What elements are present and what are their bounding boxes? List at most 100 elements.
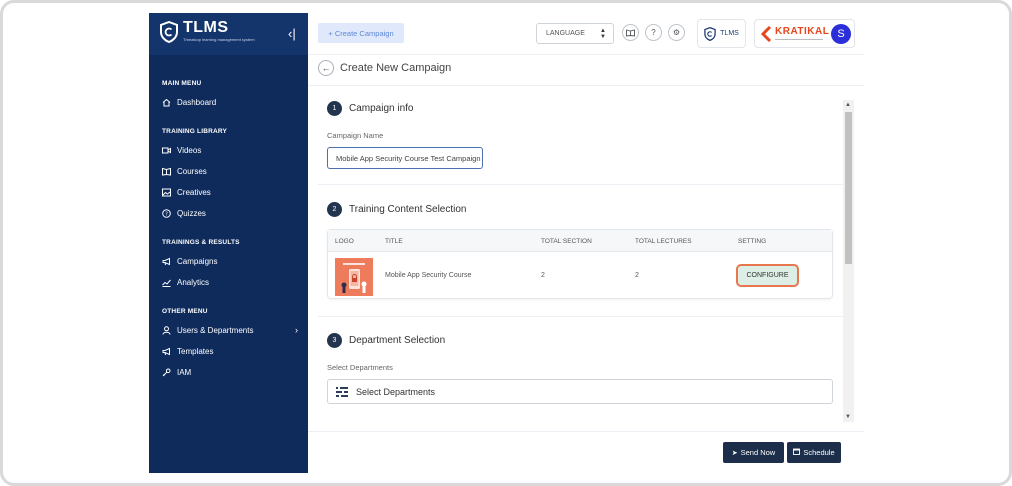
sidebar-section-main-menu: MAIN MENU	[162, 80, 202, 87]
scroll-up-arrow-icon[interactable]: ▲	[845, 102, 851, 108]
schedule-button[interactable]: Schedule	[787, 442, 841, 463]
brand-name: KRATIKAL	[775, 26, 830, 37]
column-header-logo: LOGO	[335, 238, 354, 245]
scroll-down-arrow-icon[interactable]: ▼	[845, 414, 851, 420]
sidebar-section-training-library: TRAINING LIBRARY	[162, 128, 228, 135]
language-select[interactable]: LANGUAGE ▲ ▼	[536, 23, 614, 44]
back-arrow-icon[interactable]: ←	[318, 60, 334, 76]
configure-button[interactable]: CONFIGURE	[736, 264, 799, 287]
tlms-badge-label: TLMS	[720, 30, 739, 37]
user-avatar[interactable]: S	[831, 24, 851, 44]
key-icon	[162, 368, 171, 377]
step-training-content: 2 Training Content Selection	[327, 202, 466, 217]
sidebar-item-dashboard[interactable]: Dashboard	[162, 98, 302, 107]
sidebar-item-label: IAM	[177, 368, 192, 377]
sidebar-item-label: Courses	[177, 167, 207, 176]
sidebar-item-courses[interactable]: Courses	[162, 167, 302, 176]
campaign-form: 1 Campaign info Campaign Name Mobile App…	[308, 86, 843, 422]
column-header-total-lectures: TOTAL LECTURES	[635, 238, 692, 245]
svg-text:?: ?	[165, 212, 168, 218]
megaphone-icon	[162, 257, 171, 266]
section-divider	[318, 316, 843, 317]
department-multiselect[interactable]: Select Departments	[327, 379, 833, 404]
user-icon	[162, 326, 171, 335]
book-icon	[162, 167, 171, 176]
sidebar-item-iam[interactable]: IAM	[162, 368, 302, 377]
megaphone-icon	[162, 347, 171, 356]
course-thumbnail	[335, 258, 373, 296]
department-placeholder: Select Departments	[356, 386, 436, 397]
step-title: Training Content Selection	[349, 204, 467, 215]
course-total-lectures: 2	[635, 272, 639, 279]
step-number: 2	[327, 202, 342, 217]
book-icon[interactable]	[622, 24, 639, 41]
chevron-right-icon: ›	[295, 325, 298, 335]
sidebar-section-other-menu: OTHER MENU	[162, 308, 208, 315]
app-logo-text: TLMS	[183, 19, 229, 36]
campaign-name-label: Campaign Name	[327, 131, 384, 140]
app-tagline: Threatcop learning management system	[183, 37, 255, 42]
sidebar: TLMS Threatcop learning management syste…	[149, 13, 308, 473]
column-header-setting: SETTING	[738, 238, 767, 245]
sidebar-item-campaigns[interactable]: Campaigns	[162, 257, 302, 266]
chart-line-icon	[162, 278, 171, 287]
form-footer: ➤ Send Now Schedule	[308, 431, 864, 473]
kratikal-logo-icon	[760, 26, 772, 42]
question-icon: ?	[162, 209, 171, 218]
top-bar: + Create Campaign LANGUAGE ▲ ▼ ? ⚙ TLMS K…	[308, 13, 864, 55]
step-campaign-info: 1 Campaign info	[327, 101, 413, 116]
department-label: Select Departments	[327, 363, 393, 372]
settings-gear-icon[interactable]: ⚙	[668, 24, 685, 41]
paper-plane-icon: ➤	[731, 449, 738, 457]
step-title: Campaign info	[349, 103, 414, 114]
sidebar-item-label: Videos	[177, 146, 202, 155]
column-header-total-section: TOTAL SECTION	[541, 238, 592, 245]
course-total-section: 2	[541, 272, 545, 279]
sidebar-item-analytics[interactable]: Analytics	[162, 278, 302, 287]
language-select-value: LANGUAGE	[546, 30, 585, 37]
column-header-title: TITLE	[385, 238, 403, 245]
tlms-shield-icon	[160, 21, 178, 43]
send-now-button[interactable]: ➤ Send Now	[723, 442, 784, 463]
calendar-icon	[793, 448, 801, 457]
step-number: 1	[327, 101, 342, 116]
sidebar-item-videos[interactable]: Videos	[162, 146, 302, 155]
scroll-thumb[interactable]	[845, 112, 852, 264]
sidebar-item-templates[interactable]: Templates	[162, 347, 302, 356]
select-arrows-icon: ▲ ▼	[600, 28, 606, 40]
step-department-selection: 3 Department Selection	[327, 333, 445, 348]
sidebar-item-label: Templates	[177, 347, 214, 356]
sidebar-item-label: Creatives	[177, 188, 211, 197]
create-campaign-button[interactable]: + Create Campaign	[318, 23, 404, 43]
tlms-shield-icon	[704, 26, 716, 41]
page-title: Create New Campaign	[340, 62, 452, 74]
sidebar-item-label: Campaigns	[177, 257, 218, 266]
help-icon[interactable]: ?	[645, 24, 662, 41]
sidebar-item-label: Analytics	[177, 278, 210, 287]
sidebar-header: TLMS Threatcop learning management syste…	[149, 13, 308, 55]
section-divider	[318, 184, 843, 185]
sidebar-item-label: Quizzes	[177, 209, 206, 218]
list-icon	[336, 386, 348, 397]
sidebar-section-trainings-results: TRAININGS & RESULTS	[162, 239, 240, 246]
sidebar-item-label: Users & Departments	[177, 326, 254, 335]
sidebar-item-label: Dashboard	[177, 98, 217, 107]
tlms-badge: TLMS	[697, 19, 746, 48]
home-icon	[162, 98, 171, 107]
step-number: 3	[327, 333, 342, 348]
campaign-name-input[interactable]: Mobile App Security Course Test Campaign	[327, 147, 483, 169]
course-title: Mobile App Security Course	[385, 272, 472, 279]
sidebar-item-creatives[interactable]: Creatives	[162, 188, 302, 197]
schedule-label: Schedule	[803, 448, 835, 457]
organization-badge[interactable]: KRATIKAL S	[754, 19, 855, 48]
content-scrollbar[interactable]: ▲ ▼	[843, 100, 854, 422]
video-icon	[162, 146, 171, 155]
sidebar-item-quizzes[interactable]: ? Quizzes	[162, 209, 302, 218]
training-content-table: LOGO TITLE TOTAL SECTION TOTAL LECTURES …	[327, 229, 833, 299]
step-title: Department Selection	[349, 335, 446, 346]
sidebar-item-users-departments[interactable]: Users & Departments ›	[162, 325, 302, 335]
collapse-sidebar-icon[interactable]: ‹|	[288, 26, 296, 41]
send-now-label: Send Now	[740, 448, 776, 457]
page-header: ← Create New Campaign	[308, 56, 864, 86]
image-icon	[162, 188, 171, 197]
